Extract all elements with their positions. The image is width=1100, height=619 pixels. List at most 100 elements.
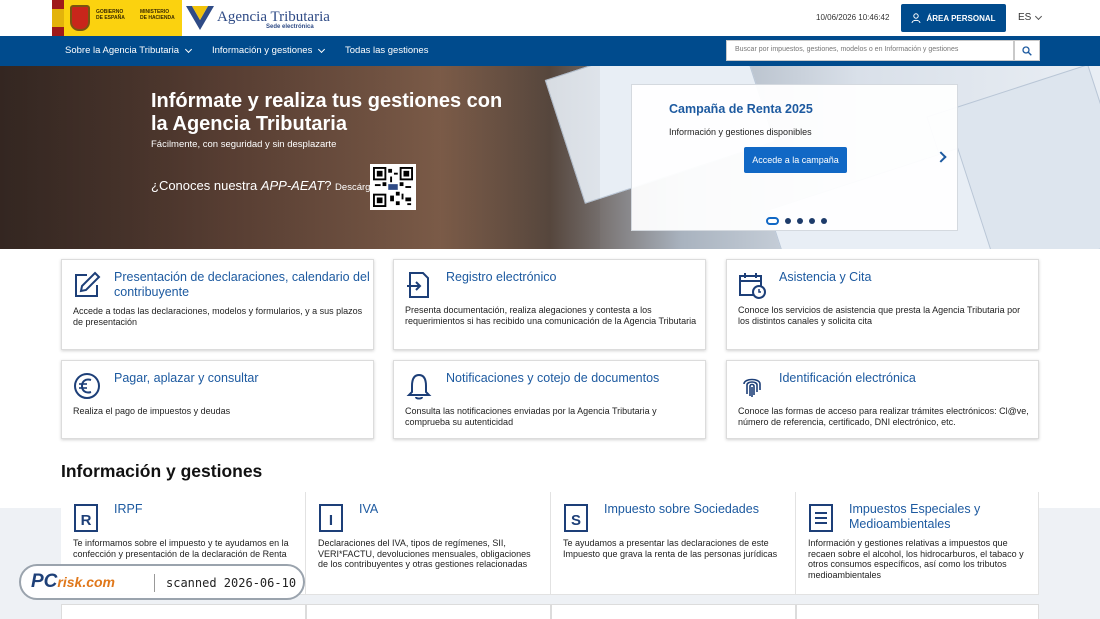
carousel-dots (766, 217, 827, 225)
nav-todas-gestiones[interactable]: Todas las gestiones (345, 45, 428, 56)
datetime: 10/06/2026 10:46:42 (816, 13, 890, 22)
fingerprint-icon (743, 378, 761, 397)
document-arrow-icon (407, 272, 429, 298)
scan-watermark: PCrisk.com scanned 2026-06-10 (19, 564, 305, 600)
card-pagar-aplazar[interactable]: Pagar, aplazar y consultar Realiza el pa… (61, 360, 374, 439)
carousel-next-button[interactable] (934, 147, 948, 167)
info-card-iva[interactable]: I IVA Declaraciones del IVA, tipos de re… (306, 492, 551, 595)
agency-logo[interactable]: Agencia Tributaria Sede electrónica (186, 4, 330, 34)
card-description: Presenta documentación, realiza alegacio… (405, 305, 697, 326)
nav-label: Información y gestiones (212, 45, 313, 56)
campaign-carousel: Campaña de Renta 2025 Información y gest… (631, 84, 958, 231)
qr-code-icon[interactable] (370, 164, 416, 210)
card-identificacion[interactable]: Identificación electrónica Conoce las fo… (726, 360, 1039, 439)
info-description: Declaraciones del IVA, tipos de regímene… (318, 538, 531, 569)
app-question-end: ? (324, 178, 332, 193)
app-name: APP-AEAT (260, 178, 325, 193)
coat-of-arms-icon (70, 5, 90, 31)
user-icon (911, 13, 921, 23)
chevron-down-icon (1035, 12, 1043, 20)
search-input[interactable]: Buscar por impuestos, gestiones, modelos… (726, 40, 1014, 61)
info-title: Impuesto sobre Sociedades (604, 502, 759, 516)
agency-mark-icon (186, 6, 214, 30)
nav-sobre-agencia[interactable]: Sobre la Agencia Tributaria (65, 45, 193, 56)
carousel-dot[interactable] (821, 218, 827, 224)
chevron-down-icon (318, 45, 326, 53)
info-description: Te informamos sobre el impuesto y te ayu… (73, 538, 289, 559)
app-question: ¿Conoces nuestra (151, 178, 261, 193)
agency-subtitle: Sede electrónica (266, 24, 314, 30)
government-logo[interactable]: GOBIERNO DE ESPAÑA MINISTERIO DE HACIEND… (64, 0, 182, 36)
watermark-brand: PC (31, 571, 58, 592)
nav-informacion-gestiones[interactable]: Información y gestiones (212, 45, 326, 56)
card-title: Identificación electrónica (779, 371, 916, 385)
info-title: Impuestos Especiales y Medioambientales (849, 502, 981, 531)
carousel-dot[interactable] (797, 218, 803, 224)
carousel-dot[interactable] (785, 218, 791, 224)
chevron-right-icon (935, 151, 947, 163)
edit-icon (75, 271, 101, 297)
language-selector[interactable]: ES (1018, 12, 1043, 23)
chevron-down-icon (185, 45, 193, 53)
watermark-brand-suffix: risk.com (57, 574, 115, 590)
bell-icon (406, 373, 432, 400)
info-card-peek[interactable] (61, 604, 306, 619)
card-description: Realiza el pago de impuestos y deudas (73, 406, 231, 416)
calendar-clock-icon (739, 273, 766, 299)
card-description: Conoce las formas de acceso para realiza… (738, 406, 1029, 427)
info-description: Te ayudamos a presentar las declaracione… (563, 538, 778, 559)
card-description: Consulta las notificaciones enviadas por… (405, 406, 657, 427)
promo-subtitle: Información y gestiones disponibles (669, 127, 812, 137)
info-card-especiales[interactable]: Impuestos Especiales y Medioambientales … (796, 492, 1039, 595)
info-title: IRPF (114, 502, 143, 516)
app-promo: ¿Conoces nuestra APP-AEAT? Descárgala (151, 178, 383, 193)
info-description: Información y gestiones relativas a impu… (808, 538, 1024, 580)
svg-text:I: I (329, 512, 333, 529)
campaign-button[interactable]: Accede a la campaña (744, 147, 847, 173)
info-card-peek[interactable] (796, 604, 1039, 619)
card-description: Conoce los servicios de asistencia que p… (738, 305, 1021, 326)
search-icon (1022, 45, 1032, 56)
language-label: ES (1018, 12, 1032, 23)
card-asistencia-cita[interactable]: Asistencia y Cita Conoce los servicios d… (726, 259, 1039, 350)
nav-label: Todas las gestiones (345, 45, 429, 56)
search-placeholder: Buscar por impuestos, gestiones, modelos… (735, 46, 959, 53)
info-card-sociedades[interactable]: S Impuesto sobre Sociedades Te ayudamos … (551, 492, 796, 595)
card-title: Notificaciones y cotejo de documentos (446, 371, 660, 385)
card-title: Presentación de declaraciones, calendari… (114, 270, 370, 299)
hero-banner: Infórmate y realiza tus gestiones con la… (0, 66, 1100, 249)
nav-label: Sobre la Agencia Tributaria (65, 45, 180, 56)
top-header: GOBIERNO DE ESPAÑA MINISTERIO DE HACIEND… (0, 0, 1100, 36)
area-personal-button[interactable]: ÁREA PERSONAL (901, 4, 1006, 32)
carousel-dot[interactable] (766, 217, 779, 225)
card-presentacion-declaraciones[interactable]: Presentación de declaraciones, calendari… (61, 259, 374, 350)
info-card-peek[interactable] (551, 604, 796, 619)
svg-text:R: R (81, 512, 92, 529)
euro-icon (74, 373, 100, 399)
card-registro-electronico[interactable]: Registro electrónico Presenta documentac… (393, 259, 706, 350)
tax-s-icon: S (564, 504, 588, 532)
search-button[interactable] (1014, 40, 1040, 61)
card-description: Accede a todas las declaraciones, modelo… (73, 306, 363, 327)
pcrisk-logo: PCrisk.com (31, 571, 115, 593)
spain-flag-stripe (52, 0, 64, 36)
card-title: Registro electrónico (446, 270, 557, 284)
hero-subtitle: Fácilmente, con seguridad y sin desplaza… (151, 139, 337, 150)
area-personal-label: ÁREA PERSONAL (926, 13, 996, 23)
gov-line2: MINISTERIO DE HACIENDA (140, 9, 175, 21)
section-title: Información y gestiones (61, 461, 263, 481)
watermark-divider (154, 574, 155, 592)
info-card-peek[interactable] (306, 604, 551, 619)
promo-title: Campaña de Renta 2025 (669, 102, 813, 116)
svg-text:S: S (571, 512, 581, 529)
info-title: IVA (359, 502, 379, 516)
main-nav: Sobre la Agencia Tributaria Información … (0, 36, 1100, 66)
tax-list-icon (809, 504, 833, 532)
gov-line1: GOBIERNO DE ESPAÑA (96, 9, 125, 21)
tax-i-icon: I (319, 504, 343, 532)
watermark-text: scanned 2026-06-10 (166, 576, 297, 590)
carousel-dot[interactable] (809, 218, 815, 224)
card-title: Asistencia y Cita (779, 270, 872, 284)
card-notificaciones[interactable]: Notificaciones y cotejo de documentos Co… (393, 360, 706, 439)
tax-r-icon: R (74, 504, 98, 532)
